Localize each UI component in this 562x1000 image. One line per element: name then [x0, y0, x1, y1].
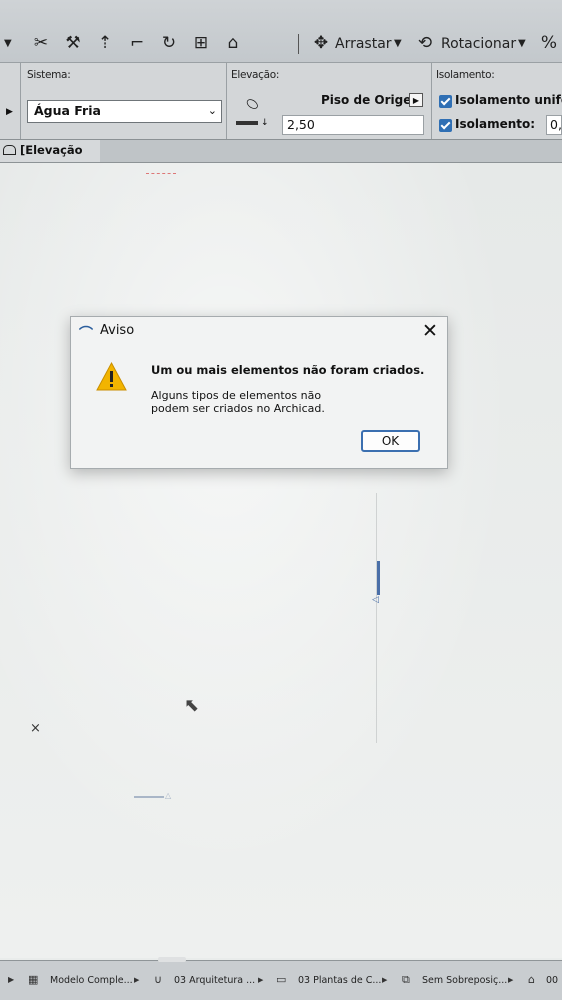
- insulation-section-label: Isolamento:: [436, 69, 495, 81]
- infobox-separator: [20, 63, 21, 139]
- elevation-down-arrow-icon: ↓: [261, 118, 269, 128]
- offset-percent-icon[interactable]: %: [538, 32, 560, 54]
- elevate-tool-icon[interactable]: ⇡: [94, 32, 116, 54]
- tab-south-elevation[interactable]: [Elevação Sul]: [0, 140, 100, 178]
- elevation-label: Elevação:: [231, 69, 280, 81]
- roof-tool-icon[interactable]: ⌂: [222, 32, 244, 54]
- elevation-view-icon: [3, 145, 16, 155]
- origin-floor-arrow-button[interactable]: ▶: [409, 93, 423, 107]
- system-label: Sistema:: [27, 69, 71, 81]
- status-bar: ▶ ▦ Modelo Comple... ▶ ∪ 03 Arquitetura …: [0, 957, 562, 1000]
- rotate-icon[interactable]: ⟲: [414, 32, 436, 54]
- warning-dialog: ⌒ Aviso ✕ Um ou mais elementos não foram…: [70, 316, 448, 469]
- rotate-button[interactable]: Rotacionar: [441, 36, 516, 52]
- status-model-view[interactable]: Modelo Comple...: [50, 975, 133, 986]
- toolbar-separator: [298, 34, 299, 54]
- layer-combination-icon: ∪: [154, 973, 163, 986]
- system-select[interactable]: Água Fria ⌄: [27, 100, 222, 123]
- uniform-insulation-label: Isolamento uniform: [455, 93, 562, 107]
- infobox-separator: [431, 63, 432, 139]
- status-arrow-icon[interactable]: ▶: [382, 976, 387, 984]
- infobox-expand-arrow-icon[interactable]: ▶: [6, 107, 13, 117]
- status-layer-combination[interactable]: 03 Arquitetura ...: [174, 975, 255, 986]
- drag-handle[interactable]: [158, 957, 186, 962]
- view-tab-bar: [Elevação Sul]: [0, 140, 562, 178]
- elevation-input[interactable]: 2,50: [282, 115, 424, 135]
- level-marker-triangle-icon: △: [165, 791, 172, 800]
- status-graphic-override[interactable]: Sem Sobreposiç...: [422, 975, 507, 986]
- origin-cross-icon: ×: [30, 721, 41, 736]
- status-arrow-icon[interactable]: ▶: [508, 976, 513, 984]
- level-marker-line: [134, 796, 164, 798]
- close-icon[interactable]: ✕: [422, 320, 438, 342]
- drag-button[interactable]: Arrastar: [335, 36, 392, 52]
- elevation-reference-icon: [236, 121, 258, 125]
- status-expand-arrow-icon[interactable]: ▶: [8, 975, 14, 984]
- infobox-separator: [226, 63, 227, 139]
- pipe-elevation-icon: ⬭: [241, 92, 263, 116]
- dialog-titlebar: ⌒ Aviso ✕: [71, 317, 447, 347]
- fit-element-icon[interactable]: ⊞: [190, 32, 212, 54]
- mouse-cursor-icon: ⬉: [184, 695, 200, 716]
- ok-button[interactable]: OK: [361, 430, 420, 452]
- insulation-checkbox[interactable]: [439, 119, 452, 132]
- renovation-filter-icon: ⌂: [528, 973, 535, 986]
- corner-tool-icon[interactable]: ⌐: [126, 32, 148, 54]
- dialog-title: Aviso: [100, 323, 135, 338]
- drag-icon[interactable]: ✥: [310, 32, 332, 54]
- archicad-logo-icon: ⌒: [79, 326, 93, 342]
- model-view-icon: ▦: [28, 973, 39, 986]
- status-arrow-icon[interactable]: ▶: [134, 976, 139, 984]
- dialog-heading: Um ou mais elementos não foram criados.: [151, 363, 425, 377]
- insulation-input[interactable]: 0,: [546, 115, 562, 135]
- status-pen-set[interactable]: 03 Plantas de C...: [298, 975, 381, 986]
- split-scissors-icon[interactable]: ✂: [30, 32, 52, 54]
- drawing-canvas[interactable]: ◁ ⬉ × △: [0, 163, 562, 958]
- red-dashed-mark: [146, 173, 176, 176]
- insulation-value-label: Isolamento:: [455, 117, 536, 131]
- toolbar-menu-arrow-icon[interactable]: ▼: [4, 38, 12, 49]
- blue-element-marker: [377, 561, 380, 595]
- graphic-override-icon: ⧉: [402, 973, 410, 986]
- dialog-message: Alguns tipos de elementos não podem ser …: [151, 389, 325, 415]
- pen-set-icon: ▭: [276, 973, 287, 986]
- rotate-dropdown-arrow-icon[interactable]: ▼: [518, 38, 526, 49]
- adjust-tool-icon[interactable]: ⚒: [62, 32, 84, 54]
- system-select-value: Água Fria: [34, 103, 101, 118]
- blue-arrow-marker-icon: ◁: [372, 595, 379, 605]
- status-renovation-filter[interactable]: 00: [546, 975, 558, 986]
- main-toolbar: ▼ ✂ ⚒ ⇡ ⌐ ↻ ⊞ ⌂ ✥ Arrastar ▼ ⟲ Rotaciona…: [0, 0, 562, 63]
- warning-icon: [95, 361, 128, 393]
- uniform-insulation-checkbox[interactable]: [439, 95, 452, 108]
- drag-dropdown-arrow-icon[interactable]: ▼: [394, 38, 402, 49]
- vertical-guide-line: [376, 493, 377, 743]
- chevron-down-icon: ⌄: [207, 104, 217, 117]
- status-arrow-icon[interactable]: ▶: [258, 976, 263, 984]
- rotate-segment-icon[interactable]: ↻: [158, 32, 180, 54]
